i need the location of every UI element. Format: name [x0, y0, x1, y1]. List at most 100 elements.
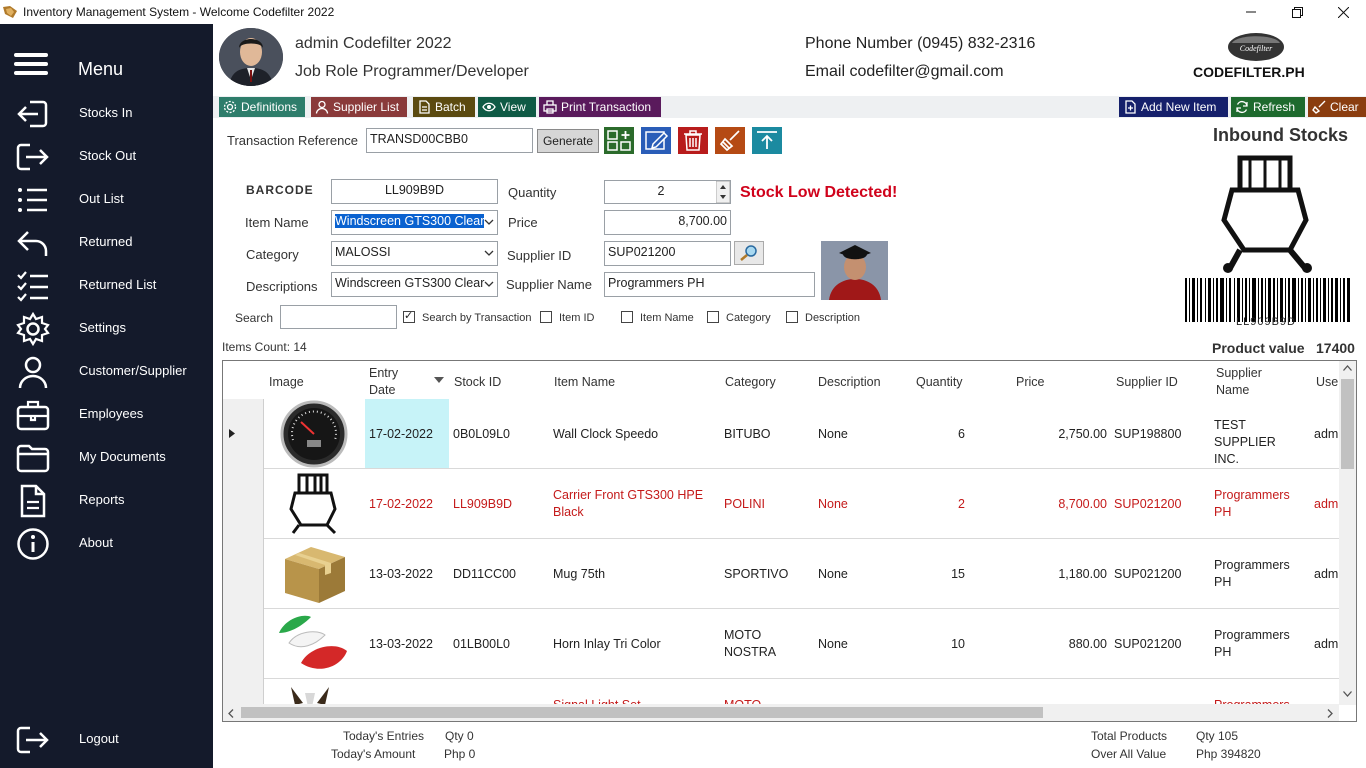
menu-label: Menu: [78, 59, 124, 79]
user-icon: [18, 356, 48, 389]
description-checkbox[interactable]: [786, 311, 798, 323]
row-selector[interactable]: [223, 609, 264, 679]
sidebar-item-about[interactable]: About: [0, 523, 213, 563]
minimize-button[interactable]: [1228, 0, 1274, 24]
hamburger-menu-icon[interactable]: [13, 52, 51, 78]
sidebar-item-returned[interactable]: Returned: [0, 222, 213, 262]
scroll-left-arrow-icon[interactable]: [228, 709, 234, 718]
print-transaction-button[interactable]: Print Transaction: [539, 97, 661, 117]
sidebar-item-out-list[interactable]: Out List: [0, 179, 213, 219]
sidebar-item-customer-supplier[interactable]: Customer/Supplier: [0, 351, 213, 391]
column-header-description[interactable]: Description: [818, 374, 881, 391]
row-selector[interactable]: [223, 539, 264, 609]
supplier-list-button[interactable]: Supplier List: [311, 97, 407, 117]
supplier-name-input[interactable]: Programmers PH: [604, 272, 815, 297]
horizontal-scrollbar[interactable]: [223, 704, 1339, 721]
transaction-reference-input[interactable]: TRANSD00CBB0: [366, 128, 533, 153]
supplier-id-label: Supplier ID: [507, 248, 572, 263]
sidebar-item-reports[interactable]: Reports: [0, 480, 213, 520]
window-title: Inventory Management System - Welcome Co…: [23, 5, 335, 19]
search-by-transaction-checkbox[interactable]: [403, 309, 415, 323]
horizontal-scroll-thumb[interactable]: [241, 707, 1043, 718]
sidebar-item-employees[interactable]: Employees: [0, 394, 213, 434]
view-button[interactable]: View: [478, 97, 536, 117]
column-header-supplier-name[interactable]: Supplier Name: [1216, 365, 1276, 399]
generate-button[interactable]: Generate: [537, 129, 599, 153]
item-name-select[interactable]: Windscreen GTS300 Clear: [331, 210, 498, 235]
sidebar-menu-header[interactable]: Menu: [0, 34, 213, 86]
magnifier-icon: [740, 245, 757, 261]
column-header-user[interactable]: Use: [1316, 374, 1338, 391]
sidebar-item-label: Employees: [79, 406, 144, 421]
table-row[interactable]: 13-03-2022 DD11CC00 Mug 75th SPORTIVO No…: [223, 539, 1340, 609]
description-cell: None: [818, 427, 848, 441]
stepper-arrows-icon[interactable]: [716, 181, 730, 203]
description-filter-label: Description: [805, 312, 861, 324]
item-name-cell: Mug 75th: [553, 567, 606, 581]
search-input[interactable]: [280, 305, 397, 329]
speedometer-image: [280, 400, 348, 468]
refresh-button[interactable]: Refresh: [1231, 97, 1305, 117]
column-header-stock-id[interactable]: Stock ID: [454, 374, 501, 391]
supplier-name-label: Supplier Name: [506, 277, 592, 292]
vertical-scroll-thumb[interactable]: [1341, 379, 1354, 469]
sidebar-item-logout[interactable]: Logout: [0, 719, 213, 759]
descriptions-select[interactable]: Windscreen GTS300 Clear: [331, 272, 498, 297]
scroll-up-arrow-icon[interactable]: [1343, 365, 1352, 371]
add-new-item-button[interactable]: Add New Item: [1119, 97, 1228, 117]
column-header-supplier-id[interactable]: Supplier ID: [1116, 374, 1178, 391]
item-name-checkbox[interactable]: [621, 311, 633, 323]
user-cell: adm: [1314, 567, 1339, 581]
sidebar-item-stocks-in[interactable]: Stocks In: [0, 93, 213, 133]
clear-form-button[interactable]: [715, 127, 745, 154]
supplier-id-cell: SUP021200: [1114, 497, 1182, 511]
price-cell: 1,180.00: [1058, 567, 1107, 581]
sidebar-item-returned-list[interactable]: Returned List: [0, 265, 213, 305]
column-header-quantity[interactable]: Quantity: [916, 374, 963, 391]
upload-button[interactable]: [752, 127, 782, 154]
column-header-image[interactable]: Image: [269, 374, 304, 391]
category-select[interactable]: MALOSSI: [331, 241, 498, 266]
column-header-entry-date[interactable]: Entry Date: [369, 365, 409, 399]
definitions-button[interactable]: Definitions: [219, 97, 305, 117]
edit-button[interactable]: [641, 127, 671, 154]
add-grid-button[interactable]: [604, 127, 634, 154]
sidebar-item-stock-out[interactable]: Stock Out: [0, 136, 213, 176]
item-name-value: Windscreen GTS300 Clear: [335, 214, 485, 228]
barcode-input[interactable]: LL909B9D: [331, 179, 498, 204]
column-header-price[interactable]: Price: [1016, 374, 1044, 391]
category-cell: POLINI: [724, 497, 765, 511]
column-header-category[interactable]: Category: [725, 374, 776, 391]
batch-button[interactable]: Batch: [413, 97, 475, 117]
delete-button[interactable]: [678, 127, 708, 154]
table-row[interactable]: 17-02-2022 0B0L09L0 Wall Clock Speedo BI…: [223, 399, 1340, 469]
row-selector[interactable]: [223, 399, 264, 469]
stocks-table[interactable]: Image Entry Date Stock ID Item Name Cate…: [222, 360, 1357, 722]
item-id-checkbox[interactable]: [540, 311, 552, 323]
table-row[interactable]: 13-03-2022 01LB00L0 Horn Inlay Tri Color…: [223, 609, 1340, 679]
quantity-stepper[interactable]: 2: [604, 180, 731, 204]
price-input[interactable]: 8,700.00: [604, 210, 731, 235]
maximize-button[interactable]: [1274, 0, 1320, 24]
vertical-scrollbar[interactable]: [1339, 361, 1356, 705]
row-selector[interactable]: [223, 469, 264, 539]
supplier-name-cell: Programmers PH: [1214, 628, 1290, 659]
entry-date-cell: 13-03-2022: [369, 567, 433, 581]
sidebar-item-my-documents[interactable]: My Documents: [0, 437, 213, 477]
category-checkbox[interactable]: [707, 311, 719, 323]
clear-button[interactable]: Clear: [1308, 97, 1366, 117]
close-button[interactable]: [1320, 0, 1366, 24]
entry-date-cell: 17-02-2022: [369, 427, 433, 441]
table-row[interactable]: 17-02-2022 LL909B9D Carrier Front GTS300…: [223, 469, 1340, 539]
sidebar-item-settings[interactable]: Settings: [0, 308, 213, 348]
return-arrow-icon: [17, 231, 48, 256]
scroll-down-arrow-icon[interactable]: [1343, 691, 1352, 697]
add-document-icon: [1125, 100, 1136, 114]
preview-title: Inbound Stocks: [1213, 125, 1348, 145]
column-header-item-name[interactable]: Item Name: [554, 374, 615, 391]
search-supplier-button[interactable]: [734, 241, 764, 265]
supplier-id-input[interactable]: SUP021200: [604, 241, 731, 266]
stock-id-cell: 0B0L09L0: [453, 427, 511, 441]
scroll-right-arrow-icon[interactable]: [1327, 709, 1333, 718]
item-name-cell: Carrier Front GTS300 HPE Black: [553, 488, 704, 519]
